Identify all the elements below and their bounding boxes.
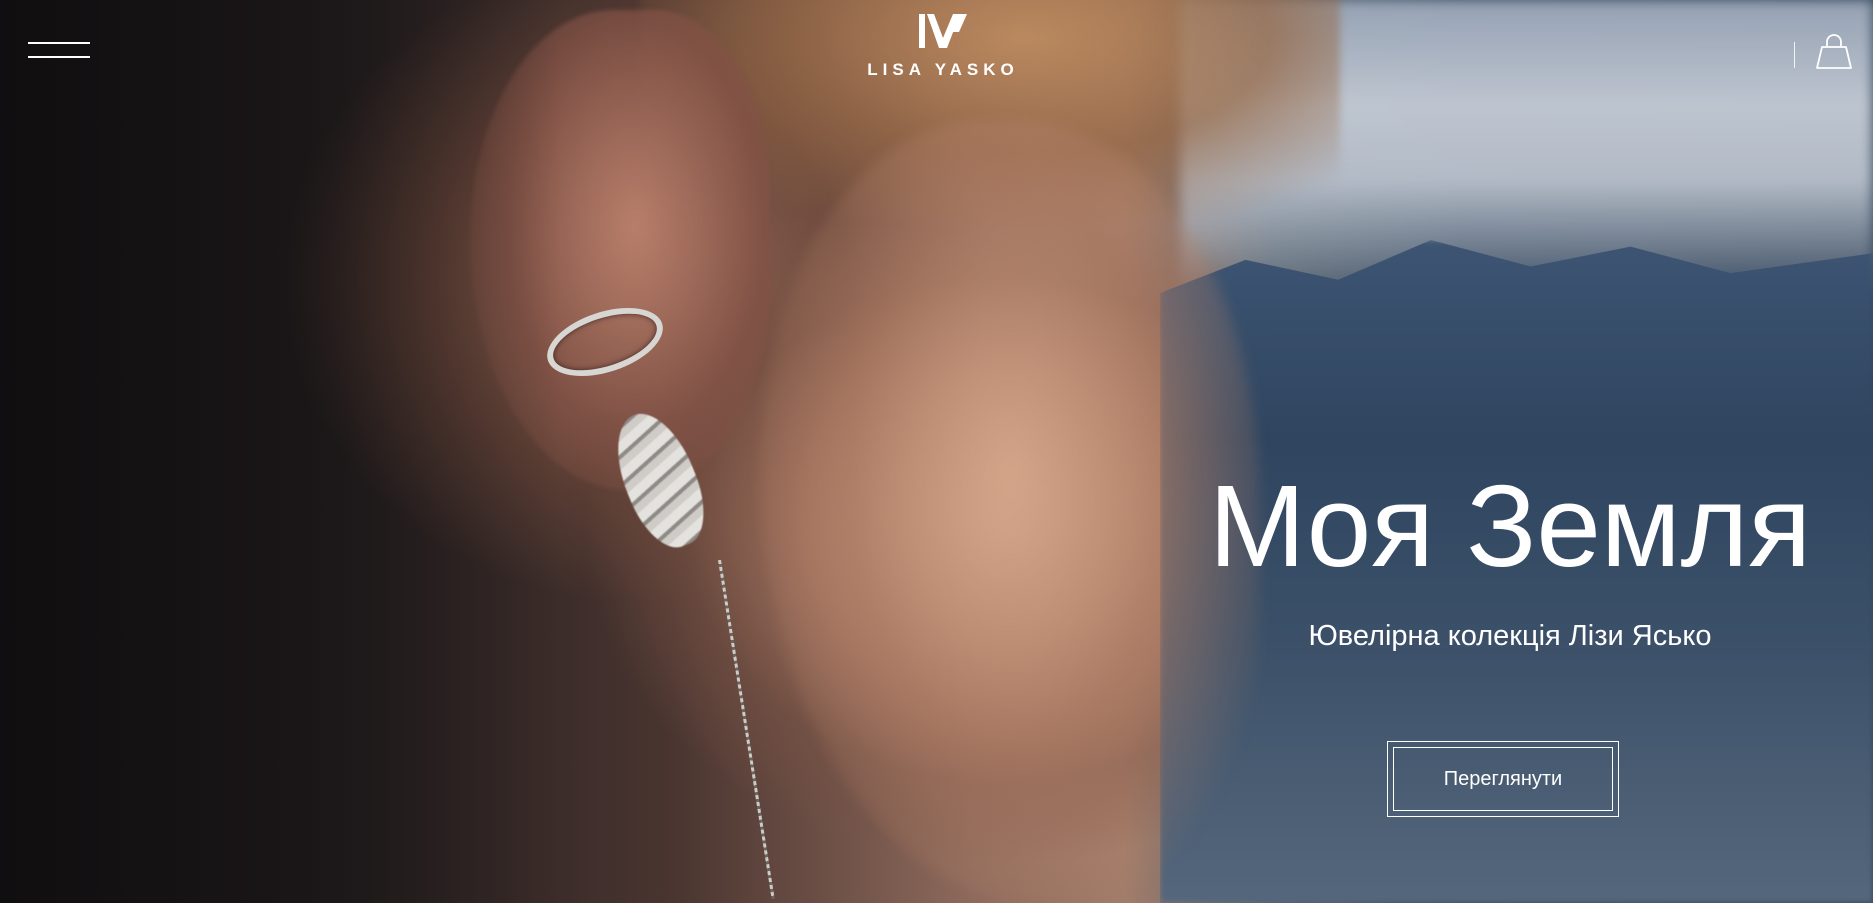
earring-chain	[718, 559, 775, 900]
header-divider	[1794, 42, 1795, 68]
site-logo[interactable]: LISA YASKO	[850, 12, 1036, 84]
hero-subtitle: Ювелірна колекція Лізи Ясько	[1308, 620, 1712, 652]
menu-line	[28, 42, 90, 44]
shopping-bag-icon-svg	[1816, 34, 1852, 69]
view-collection-button[interactable]: Переглянути	[1387, 741, 1619, 817]
menu-line	[28, 56, 90, 58]
hamburger-menu-icon[interactable]	[28, 40, 90, 62]
hero-shadow	[0, 0, 560, 903]
logo-mark-icon	[919, 14, 967, 48]
hero-title: Моя Земля	[1208, 461, 1812, 591]
view-collection-button-label: Переглянути	[1393, 747, 1613, 811]
shopping-bag-icon[interactable]	[1814, 32, 1854, 72]
logo-text: LISA YASKO	[867, 60, 1019, 79]
